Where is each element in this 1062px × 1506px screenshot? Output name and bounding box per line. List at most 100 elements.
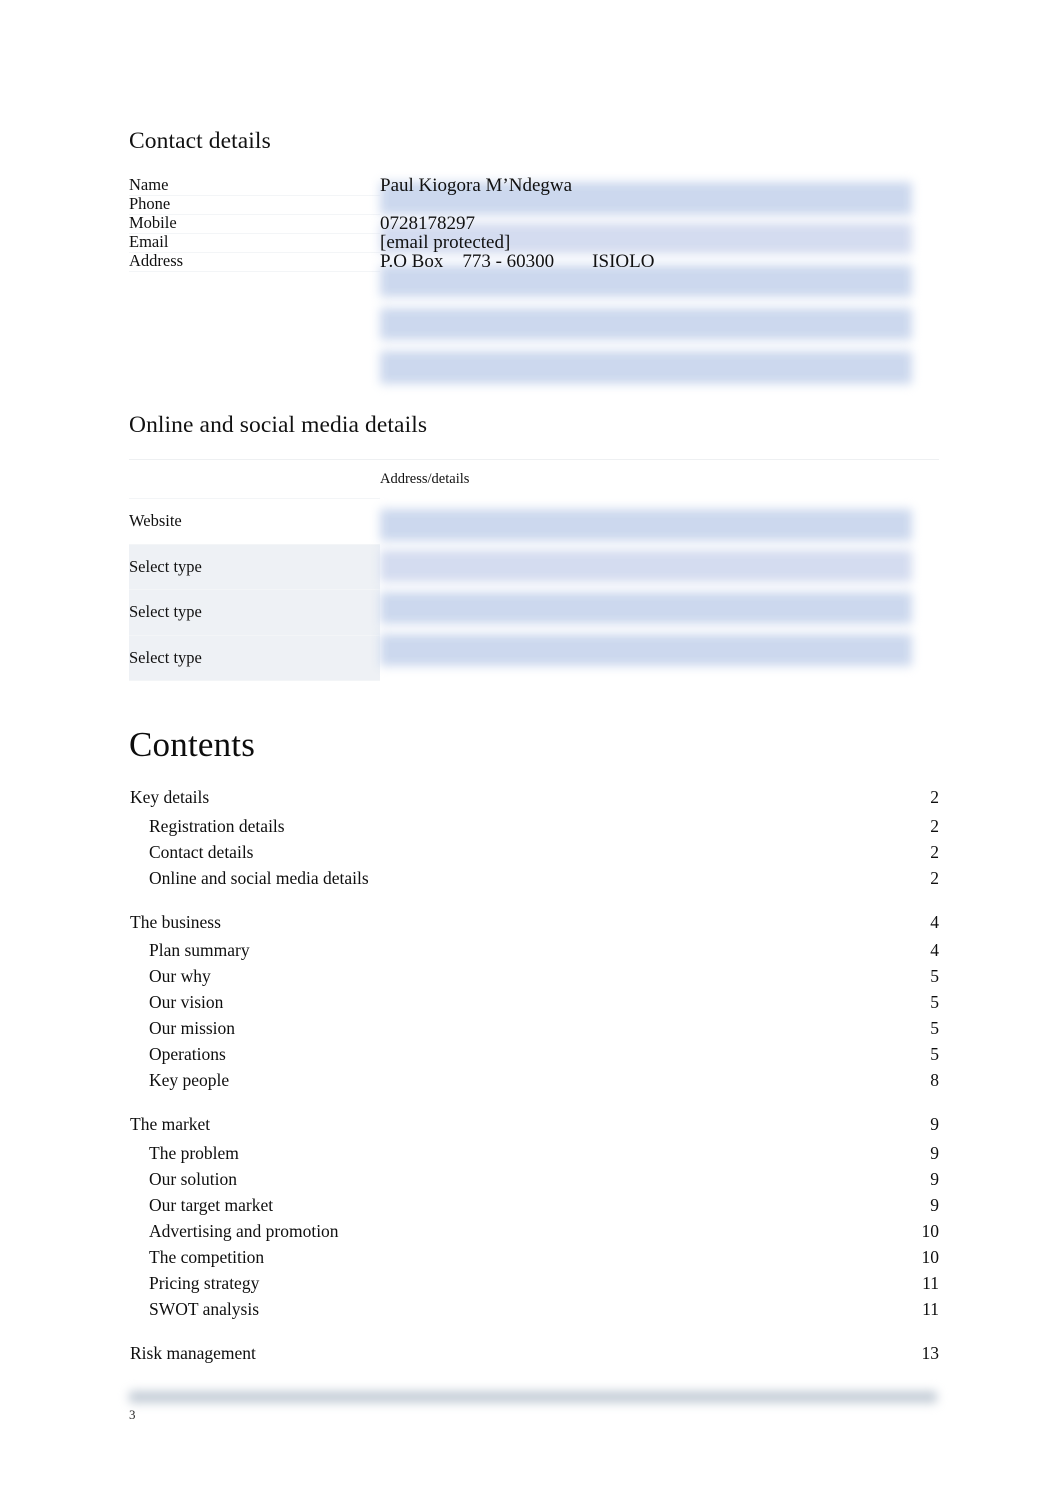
toc-entry-label: SWOT analysis	[149, 1298, 260, 1319]
field-value-address[interactable]: P.O Box 773 - 60300 ISIOLO	[380, 252, 939, 271]
toc-entry-label: The business	[130, 911, 221, 932]
toc-entry-the-market[interactable]: The market 9	[129, 1110, 939, 1141]
toc-entry-page: 10	[921, 1246, 940, 1267]
select-type-dropdown-3[interactable]: Select type	[129, 635, 380, 681]
table-row: Select type	[129, 589, 939, 636]
toc-entry-label: The problem	[149, 1142, 239, 1163]
toc-entry-label: Our mission	[149, 1018, 236, 1038]
field-value-social-2[interactable]	[380, 590, 939, 636]
toc-entry-contact-details[interactable]: Contact details 2	[129, 840, 939, 866]
table-row: Email [email protected]	[129, 233, 939, 253]
online-social-media-table: Address/details Website Select type Sele…	[129, 459, 939, 681]
toc-entry-our-target-market[interactable]: Our target market 9	[129, 1193, 939, 1219]
toc-entry-page: 5	[930, 1044, 939, 1064]
toc-entry-page: 5	[930, 966, 939, 986]
table-of-contents: Key details 2 Registration details 2 Con…	[129, 783, 939, 1385]
toc-entry-page: 5	[930, 992, 939, 1012]
table-header-row: Address/details	[129, 459, 939, 499]
table-row: Website	[129, 498, 939, 545]
toc-entry-page: 2	[930, 787, 939, 807]
toc-entry-label: Operations	[149, 1044, 226, 1064]
toc-entry-advertising-and-promotion[interactable]: Advertising and promotion 10	[129, 1219, 939, 1245]
toc-entry-label: Registration details	[149, 815, 285, 836]
table-row: Select type	[129, 544, 939, 590]
document-page: Contact details Name Paul Kiogora M’Ndeg…	[0, 0, 1062, 1506]
toc-entry-label: The competition	[149, 1246, 265, 1267]
field-label: Email	[129, 233, 380, 253]
toc-entry-label: Key details	[130, 787, 210, 807]
field-value-name[interactable]: Paul Kiogora M’Ndegwa	[380, 176, 939, 195]
toc-entry-label: Risk management	[130, 1342, 256, 1363]
toc-entry-swot-analysis[interactable]: SWOT analysis 11	[129, 1297, 939, 1323]
toc-entry-label: Our why	[149, 966, 211, 986]
toc-entry-label: Online and social media details	[149, 867, 369, 888]
toc-entry-page: 13	[921, 1342, 940, 1363]
toc-entry-label: Contact details	[149, 841, 254, 862]
toc-group: The business 4 Plan summary 4 Our why 5 …	[129, 908, 939, 1095]
toc-entry-our-mission[interactable]: Our mission 5	[129, 1016, 939, 1042]
toc-entry-our-solution[interactable]: Our solution 9	[129, 1167, 939, 1193]
toc-entry-page: 9	[930, 1142, 939, 1163]
select-type-dropdown-2[interactable]: Select type	[129, 589, 380, 636]
field-value-website[interactable]	[380, 499, 939, 545]
field-value-social-3[interactable]	[380, 635, 939, 681]
toc-group: The market 9 The problem 9 Our solution …	[129, 1110, 939, 1323]
toc-entry-page: 9	[930, 1114, 939, 1134]
toc-entry-page: 11	[922, 1272, 939, 1293]
toc-entry-page: 11	[922, 1298, 939, 1319]
field-label: Mobile	[129, 214, 380, 234]
field-label: Phone	[129, 195, 380, 215]
field-label: Name	[129, 176, 380, 196]
column-header-blank	[129, 459, 380, 499]
toc-entry-key-details[interactable]: Key details 2	[129, 783, 939, 814]
toc-entry-the-competition[interactable]: The competition 10	[129, 1245, 939, 1271]
toc-entry-label: Key people	[149, 1070, 230, 1090]
toc-entry-plan-summary[interactable]: Plan summary 4	[129, 938, 939, 964]
contact-details-heading: Contact details	[129, 128, 271, 154]
toc-entry-label: Our vision	[149, 992, 224, 1012]
toc-group: Key details 2 Registration details 2 Con…	[129, 783, 939, 892]
toc-entry-key-people[interactable]: Key people 8	[129, 1068, 939, 1094]
toc-entry-page: 9	[930, 1194, 939, 1215]
table-row: Phone	[129, 195, 939, 215]
toc-entry-label: Our solution	[149, 1168, 237, 1189]
contents-heading: Contents	[129, 725, 256, 764]
column-header-address-details: Address/details	[380, 459, 939, 499]
table-row: Mobile 0728178297	[129, 214, 939, 234]
toc-group: Risk management 13	[129, 1339, 939, 1370]
toc-entry-online-social-media-details[interactable]: Online and social media details 2	[129, 866, 939, 892]
select-type-dropdown-1[interactable]: Select type	[129, 544, 380, 590]
footer-rule	[129, 1391, 937, 1403]
field-value-social-1[interactable]	[380, 544, 939, 590]
toc-entry-our-why[interactable]: Our why 5	[129, 964, 939, 990]
field-value-mobile[interactable]: 0728178297	[380, 214, 939, 233]
toc-entry-risk-management[interactable]: Risk management 13	[129, 1339, 939, 1370]
contact-details-table: Name Paul Kiogora M’Ndegwa Phone Mobile …	[129, 176, 939, 384]
table-row: Address P.O Box 773 - 60300 ISIOLO	[129, 252, 939, 272]
toc-entry-page: 9	[930, 1168, 939, 1189]
field-value-email[interactable]: [email protected]	[380, 233, 939, 252]
toc-entry-page: 5	[930, 1018, 939, 1038]
field-label-website: Website	[129, 498, 380, 545]
toc-entry-page: 4	[930, 911, 939, 932]
toc-entry-page: 10	[921, 1220, 940, 1241]
toc-entry-page: 8	[930, 1070, 939, 1090]
page-number: 3	[129, 1407, 136, 1422]
toc-entry-label: Pricing strategy	[149, 1272, 260, 1293]
toc-entry-label: Advertising and promotion	[149, 1220, 339, 1241]
table-row: Name Paul Kiogora M’Ndegwa	[129, 176, 939, 196]
toc-entry-the-business[interactable]: The business 4	[129, 908, 939, 939]
field-value-phone[interactable]	[380, 195, 939, 214]
toc-entry-operations[interactable]: Operations 5	[129, 1042, 939, 1068]
toc-entry-our-vision[interactable]: Our vision 5	[129, 990, 939, 1016]
table-row: Select type	[129, 635, 939, 681]
field-label: Address	[129, 252, 380, 272]
toc-entry-pricing-strategy[interactable]: Pricing strategy 11	[129, 1271, 939, 1297]
toc-entry-page: 2	[930, 815, 939, 836]
toc-entry-registration-details[interactable]: Registration details 2	[129, 814, 939, 840]
toc-entry-the-problem[interactable]: The problem 9	[129, 1141, 939, 1167]
toc-entry-label: Our target market	[149, 1194, 274, 1215]
toc-entry-label: Plan summary	[149, 940, 250, 960]
toc-entry-page: 2	[930, 867, 939, 888]
toc-entry-label: The market	[130, 1114, 211, 1134]
